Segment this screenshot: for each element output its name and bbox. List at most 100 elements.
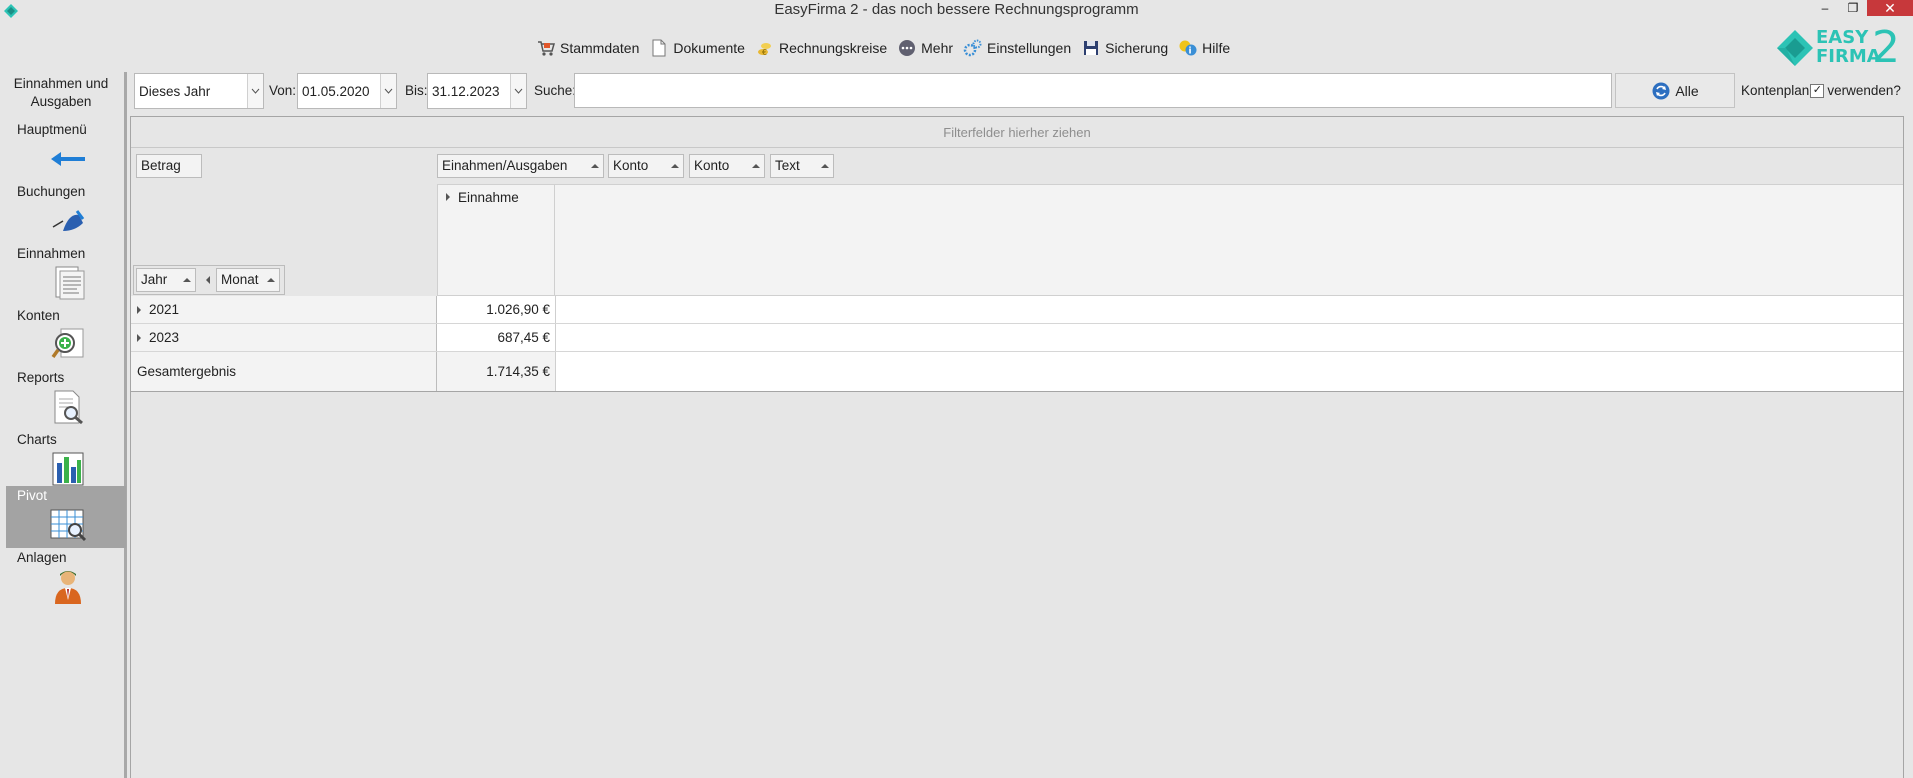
kontenplan-option: Kontenplan ✓ verwenden? — [1741, 83, 1901, 98]
logo-two: 2 — [1872, 22, 1900, 73]
logo-text: EASY FIRMA — [1816, 28, 1881, 66]
chevron-down-icon[interactable] — [380, 74, 396, 108]
row-header-2021[interactable]: 2021 — [131, 296, 437, 323]
menu-label: Hilfe — [1202, 40, 1231, 56]
menu-einstellungen[interactable]: Einstellungen — [963, 38, 1071, 58]
menu-hilfe[interactable]: i Hilfe — [1178, 38, 1230, 58]
column-field-einahmen-ausgaben[interactable]: Einahmen/Ausgaben — [437, 154, 604, 178]
total-row: Gesamtergebnis 1.714,35 € — [131, 352, 1903, 391]
bis-date-picker[interactable]: 31.12.2023 — [427, 73, 527, 109]
help-icon: i — [1179, 40, 1197, 57]
sidebar-item-pivot[interactable]: Pivot — [6, 486, 126, 548]
column-field-konto[interactable]: Konto — [608, 154, 684, 178]
kontenplan-label: Kontenplan — [1741, 83, 1810, 98]
expand-icon[interactable] — [446, 193, 450, 201]
person-icon — [55, 571, 81, 604]
cart-icon — [538, 41, 555, 56]
chevron-down-icon[interactable] — [247, 74, 263, 108]
menu-rechnungskreise[interactable]: € Rechnungskreise — [755, 38, 887, 58]
row-field-monat[interactable]: Monat — [216, 268, 280, 292]
sort-asc-icon — [821, 164, 829, 168]
refresh-icon — [1652, 82, 1670, 99]
window-controls: – ❐ ✕ — [1811, 0, 1913, 16]
sidebar: Einnahmen und Ausgaben Hauptmenü Buchung… — [0, 72, 127, 778]
coins-icon: € — [757, 43, 771, 57]
minimize-button[interactable]: – — [1811, 0, 1839, 16]
column-field-konto-2[interactable]: Konto — [689, 154, 765, 178]
menu-stammdaten[interactable]: Stammdaten — [536, 38, 639, 58]
expand-icon[interactable] — [137, 305, 141, 314]
sidebar-item-einnahmen[interactable]: Einnahmen — [6, 244, 126, 306]
restore-button[interactable]: ❐ — [1839, 0, 1867, 16]
logo-line-easy: EASY — [1816, 27, 1869, 48]
zoom-add-icon — [51, 328, 84, 359]
sidebar-header-line: Ausgaben — [30, 94, 92, 109]
field-label: Betrag — [141, 158, 181, 173]
search-label: Suche: — [534, 83, 577, 98]
sidebar-item-label: Anlagen — [17, 550, 67, 565]
receipt-icon — [55, 266, 85, 300]
table-row: 2021 1.026,90 € — [131, 296, 1903, 324]
menu-label: Einstellungen — [987, 40, 1072, 56]
period-select-value: Dieses Jahr — [139, 84, 211, 99]
menu-label: Dokumente — [673, 40, 745, 56]
column-field-text[interactable]: Text — [770, 154, 834, 178]
value-cell: 687,45 € — [437, 324, 556, 351]
logo-diamond-icon — [1777, 30, 1813, 66]
chevron-down-icon[interactable] — [510, 74, 526, 108]
sidebar-item-anlagen[interactable]: Anlagen — [6, 548, 126, 610]
sort-asc-icon — [752, 164, 760, 168]
row-header-label: 2021 — [149, 302, 180, 317]
menu-label: Sicherung — [1105, 40, 1169, 56]
period-select[interactable]: Dieses Jahr — [134, 73, 264, 109]
field-label: Text — [775, 158, 800, 173]
expand-icon[interactable] — [137, 333, 141, 342]
row-header-2023[interactable]: 2023 — [131, 324, 437, 351]
field-label: Konto — [613, 158, 649, 173]
menu-sicherung[interactable]: Sicherung — [1081, 38, 1168, 58]
pen-icon — [52, 210, 85, 231]
bis-label: Bis: — [405, 83, 428, 98]
close-button[interactable]: ✕ — [1867, 0, 1913, 16]
total-value-cell: 1.714,35 € — [437, 352, 556, 391]
menu-label: Rechnungskreise — [778, 40, 888, 56]
window-title: EasyFirma 2 - das noch bessere Rechnungs… — [774, 1, 1139, 18]
data-field-betrag[interactable]: Betrag — [136, 154, 202, 178]
svg-text:i: i — [1189, 47, 1192, 57]
sidebar-item-charts[interactable]: Charts — [6, 430, 126, 492]
menu-label: Mehr — [921, 40, 954, 56]
column-header-einnahme[interactable]: Einnahme — [437, 185, 555, 296]
sidebar-item-label: Reports — [17, 370, 65, 385]
report-search-icon — [54, 390, 83, 425]
alle-button-label: Alle — [1675, 82, 1699, 99]
column-header-area: Einnahme — [437, 184, 1903, 296]
row-field-jahr[interactable]: Jahr — [136, 268, 196, 292]
verwenden-label: verwenden? — [1827, 83, 1901, 98]
menu-label: Stammdaten — [560, 40, 640, 56]
easyfirma-logo: EASY FIRMA 2 — [1776, 22, 1906, 73]
sidebar-item-label: Einnahmen — [17, 246, 86, 261]
sidebar-item-label: Buchungen — [17, 184, 86, 199]
field-label: Monat — [221, 272, 259, 287]
sidebar-item-hauptmenu[interactable]: Hauptmenü — [6, 120, 126, 182]
sidebar-header: Einnahmen und Ausgaben — [0, 75, 122, 111]
sidebar-item-reports[interactable]: Reports — [6, 368, 126, 430]
sort-asc-icon — [183, 278, 191, 282]
alle-button[interactable]: Alle — [1615, 73, 1735, 108]
sidebar-item-buchungen[interactable]: Buchungen — [6, 182, 126, 244]
search-input[interactable] — [574, 73, 1612, 108]
menu-dokumente[interactable]: Dokumente — [649, 38, 745, 58]
title-bar: EasyFirma 2 - das noch bessere Rechnungs… — [0, 0, 1913, 22]
collapse-left-icon[interactable] — [206, 276, 210, 284]
logo-line-firma: FIRMA — [1816, 46, 1881, 67]
gears-icon — [963, 39, 982, 57]
field-label: Jahr — [141, 272, 168, 287]
von-date-picker[interactable]: 01.05.2020 — [297, 73, 397, 109]
kontenplan-checkbox[interactable]: ✓ — [1810, 83, 1825, 98]
row-field-area: Jahr Monat — [133, 265, 285, 295]
sidebar-header-line: Einnahmen und — [13, 76, 109, 91]
filter-drop-area[interactable]: Filterfelder hierher ziehen — [131, 117, 1903, 148]
menu-mehr[interactable]: Mehr — [897, 38, 953, 58]
document-icon — [652, 39, 666, 57]
sidebar-item-konten[interactable]: Konten — [6, 306, 126, 368]
